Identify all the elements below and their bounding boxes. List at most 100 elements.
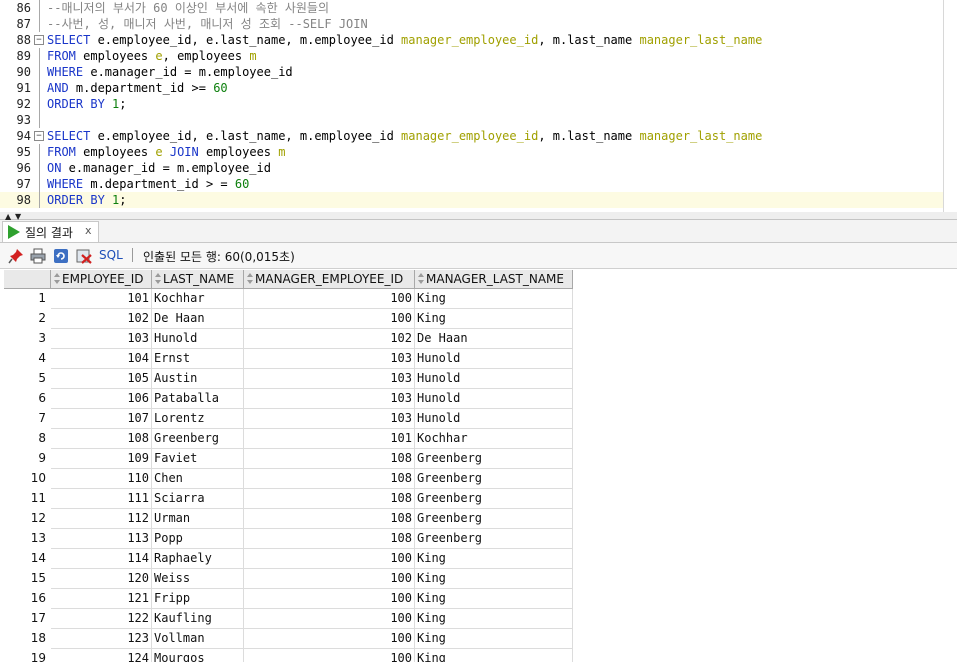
cell-last-name[interactable]: De Haan — [152, 309, 244, 329]
collapse-down-arrow-icon[interactable]: ▼ — [15, 213, 21, 221]
code-line[interactable]: 95 FROM employees e JOIN employees m — [0, 144, 944, 160]
row-number[interactable]: 14 — [4, 549, 51, 569]
table-row[interactable]: 6 106 Pataballa 103 Hunold — [4, 389, 574, 409]
table-row[interactable]: 12 112 Urman 108 Greenberg — [4, 509, 574, 529]
tab-query-result[interactable]: 질의 결과 x — [2, 221, 99, 242]
cell-employee-id[interactable]: 121 — [51, 589, 152, 609]
cell-last-name[interactable]: Fripp — [152, 589, 244, 609]
cell-employee-id[interactable]: 122 — [51, 609, 152, 629]
table-row[interactable]: 11 111 Sciarra 108 Greenberg — [4, 489, 574, 509]
table-row[interactable]: 4 104 Ernst 103 Hunold — [4, 349, 574, 369]
table-row[interactable]: 3 103 Hunold 102 De Haan — [4, 329, 574, 349]
cell-manager-employee-id[interactable]: 100 — [244, 629, 415, 649]
row-number[interactable]: 9 — [4, 449, 51, 469]
cell-manager-last-name[interactable]: Hunold — [415, 369, 573, 389]
table-row[interactable]: 5 105 Austin 103 Hunold — [4, 369, 574, 389]
cell-last-name[interactable]: Kaufling — [152, 609, 244, 629]
cell-last-name[interactable]: Ernst — [152, 349, 244, 369]
cell-manager-employee-id[interactable]: 100 — [244, 649, 415, 662]
cell-employee-id[interactable]: 108 — [51, 429, 152, 449]
code-line[interactable]: 96 ON e.manager_id = m.employee_id — [0, 160, 944, 176]
cell-employee-id[interactable]: 106 — [51, 389, 152, 409]
code-line[interactable]: 91 AND m.department_id >= 60 — [0, 80, 944, 96]
cell-manager-employee-id[interactable]: 103 — [244, 409, 415, 429]
table-row[interactable]: 13 113 Popp 108 Greenberg — [4, 529, 574, 549]
cell-last-name[interactable]: Raphaely — [152, 549, 244, 569]
code-line[interactable]: 97 WHERE m.department_id > = 60 — [0, 176, 944, 192]
cell-employee-id[interactable]: 105 — [51, 369, 152, 389]
row-number[interactable]: 8 — [4, 429, 51, 449]
row-number[interactable]: 19 — [4, 649, 51, 662]
cell-employee-id[interactable]: 101 — [51, 289, 152, 309]
result-grid[interactable]: EMPLOYEE_ID LAST_NAME MANAGER_EMPLOYEE_I… — [4, 270, 957, 662]
sql-editor[interactable]: 86 --매니저의 부서가 60 이상인 부서에 속한 사원들의 87 --사번, 성… — [0, 0, 957, 212]
cell-last-name[interactable]: Hunold — [152, 329, 244, 349]
cell-manager-last-name[interactable]: Greenberg — [415, 529, 573, 549]
table-row[interactable]: 18 123 Vollman 100 King — [4, 629, 574, 649]
row-number[interactable]: 7 — [4, 409, 51, 429]
cell-last-name[interactable]: Pataballa — [152, 389, 244, 409]
row-number[interactable]: 2 — [4, 309, 51, 329]
row-number[interactable]: 6 — [4, 389, 51, 409]
table-row[interactable]: 8 108 Greenberg 101 Kochhar — [4, 429, 574, 449]
column-header-manager-last-name[interactable]: MANAGER_LAST_NAME — [415, 270, 573, 289]
cell-employee-id[interactable]: 111 — [51, 489, 152, 509]
sql-button[interactable]: SQL — [99, 248, 123, 262]
cell-manager-employee-id[interactable]: 103 — [244, 389, 415, 409]
cell-manager-last-name[interactable]: De Haan — [415, 329, 573, 349]
cell-manager-employee-id[interactable]: 101 — [244, 429, 415, 449]
cell-manager-employee-id[interactable]: 108 — [244, 529, 415, 549]
cell-manager-employee-id[interactable]: 108 — [244, 509, 415, 529]
cell-manager-last-name[interactable]: King — [415, 589, 573, 609]
cell-employee-id[interactable]: 102 — [51, 309, 152, 329]
collapse-up-arrow-icon[interactable]: ▲ — [5, 213, 11, 221]
editor-results-splitter[interactable]: ▲ ▼ — [0, 212, 957, 221]
table-row[interactable]: 15 120 Weiss 100 King — [4, 569, 574, 589]
cell-manager-employee-id[interactable]: 108 — [244, 469, 415, 489]
table-row[interactable]: 7 107 Lorentz 103 Hunold — [4, 409, 574, 429]
cancel-query-icon[interactable] — [76, 248, 92, 264]
code-line[interactable]: 89 FROM employees e, employees m — [0, 48, 944, 64]
cell-employee-id[interactable]: 114 — [51, 549, 152, 569]
cell-manager-last-name[interactable]: Hunold — [415, 349, 573, 369]
cell-last-name[interactable]: Sciarra — [152, 489, 244, 509]
cell-manager-last-name[interactable]: Kochhar — [415, 429, 573, 449]
row-number[interactable]: 13 — [4, 529, 51, 549]
cell-manager-employee-id[interactable]: 102 — [244, 329, 415, 349]
pin-icon[interactable] — [8, 248, 24, 264]
cell-manager-employee-id[interactable]: 100 — [244, 549, 415, 569]
cell-manager-last-name[interactable]: King — [415, 549, 573, 569]
cell-last-name[interactable]: Urman — [152, 509, 244, 529]
cell-employee-id[interactable]: 123 — [51, 629, 152, 649]
table-row[interactable]: 2 102 De Haan 100 King — [4, 309, 574, 329]
cell-last-name[interactable]: Chen — [152, 469, 244, 489]
row-number[interactable]: 10 — [4, 469, 51, 489]
cell-manager-last-name[interactable]: Greenberg — [415, 509, 573, 529]
cell-manager-last-name[interactable]: Hunold — [415, 409, 573, 429]
cell-manager-employee-id[interactable]: 100 — [244, 609, 415, 629]
table-row[interactable]: 17 122 Kaufling 100 King — [4, 609, 574, 629]
row-number[interactable]: 12 — [4, 509, 51, 529]
code-line[interactable]: 90 WHERE e.manager_id = m.employee_id — [0, 64, 944, 80]
tab-close-button[interactable]: x — [85, 224, 92, 237]
code-line[interactable]: 87 --사번, 성, 매니저 사번, 매니저 성 조회 --SELF JOIN — [0, 16, 944, 32]
cell-employee-id[interactable]: 107 — [51, 409, 152, 429]
cell-manager-last-name[interactable]: Hunold — [415, 389, 573, 409]
cell-manager-last-name[interactable]: King — [415, 569, 573, 589]
cell-employee-id[interactable]: 120 — [51, 569, 152, 589]
fold-toggle-icon[interactable]: − — [34, 131, 44, 141]
cell-manager-employee-id[interactable]: 103 — [244, 349, 415, 369]
table-row[interactable]: 10 110 Chen 108 Greenberg — [4, 469, 574, 489]
table-row[interactable]: 9 109 Faviet 108 Greenberg — [4, 449, 574, 469]
fold-toggle-icon[interactable]: − — [34, 35, 44, 45]
cell-employee-id[interactable]: 112 — [51, 509, 152, 529]
row-number[interactable]: 15 — [4, 569, 51, 589]
code-line[interactable]: 86 --매니저의 부서가 60 이상인 부서에 속한 사원들의 — [0, 0, 944, 16]
row-number[interactable]: 17 — [4, 609, 51, 629]
column-header-manager-employee-id[interactable]: MANAGER_EMPLOYEE_ID — [244, 270, 415, 289]
row-number[interactable]: 3 — [4, 329, 51, 349]
cell-manager-last-name[interactable]: Greenberg — [415, 469, 573, 489]
cell-manager-employee-id[interactable]: 100 — [244, 309, 415, 329]
row-number[interactable]: 18 — [4, 629, 51, 649]
cell-manager-last-name[interactable]: King — [415, 289, 573, 309]
